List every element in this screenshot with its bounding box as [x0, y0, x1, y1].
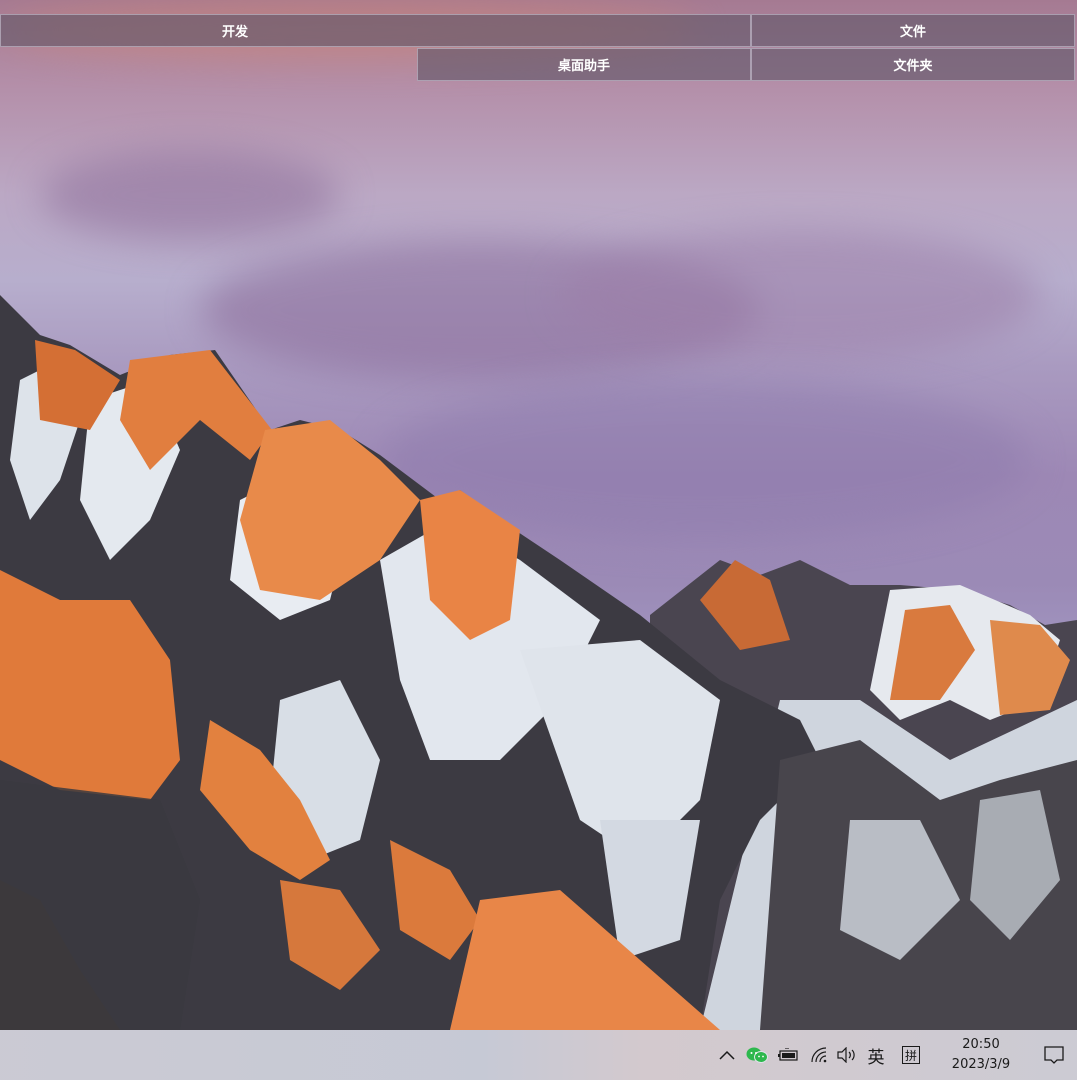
folder-button[interactable]: 文件夹	[751, 48, 1075, 81]
action-center-icon[interactable]	[1031, 1030, 1077, 1080]
volume-icon[interactable]	[833, 1030, 861, 1080]
ime-mode-indicator[interactable]: 拼	[891, 1030, 931, 1080]
folder-button-label: 文件夹	[893, 59, 933, 74]
clock-time: 20:50	[962, 1037, 1000, 1052]
desktop[interactable]: 开发 文件 桌面助手 文件夹 英 拼 20:50 2023/3/9	[0, 0, 1077, 1080]
mountain-wallpaper	[0, 295, 1077, 1030]
clock[interactable]: 20:50 2023/3/9	[931, 1030, 1031, 1080]
dev-button[interactable]: 开发	[0, 14, 751, 47]
ime-language-label: 英	[867, 1047, 885, 1068]
file-button-label: 文件	[899, 25, 926, 40]
ime-mode-label: 拼	[904, 1048, 917, 1063]
battery-icon[interactable]	[773, 1030, 805, 1080]
desktop-assistant-button-label: 桌面助手	[557, 59, 610, 74]
file-button[interactable]: 文件	[751, 14, 1075, 47]
chevron-up-icon[interactable]	[713, 1030, 741, 1080]
clock-date: 2023/3/9	[951, 1057, 1011, 1072]
desktop-assistant-button[interactable]: 桌面助手	[417, 48, 751, 81]
taskbar: 英 拼 20:50 2023/3/9	[0, 1030, 1077, 1080]
dev-button-label: 开发	[222, 25, 249, 40]
system-tray: 英 拼 20:50 2023/3/9	[713, 1030, 1077, 1080]
ime-language-indicator[interactable]: 英	[861, 1030, 891, 1080]
wechat-icon[interactable]	[741, 1030, 773, 1080]
wifi-icon[interactable]	[805, 1030, 833, 1080]
